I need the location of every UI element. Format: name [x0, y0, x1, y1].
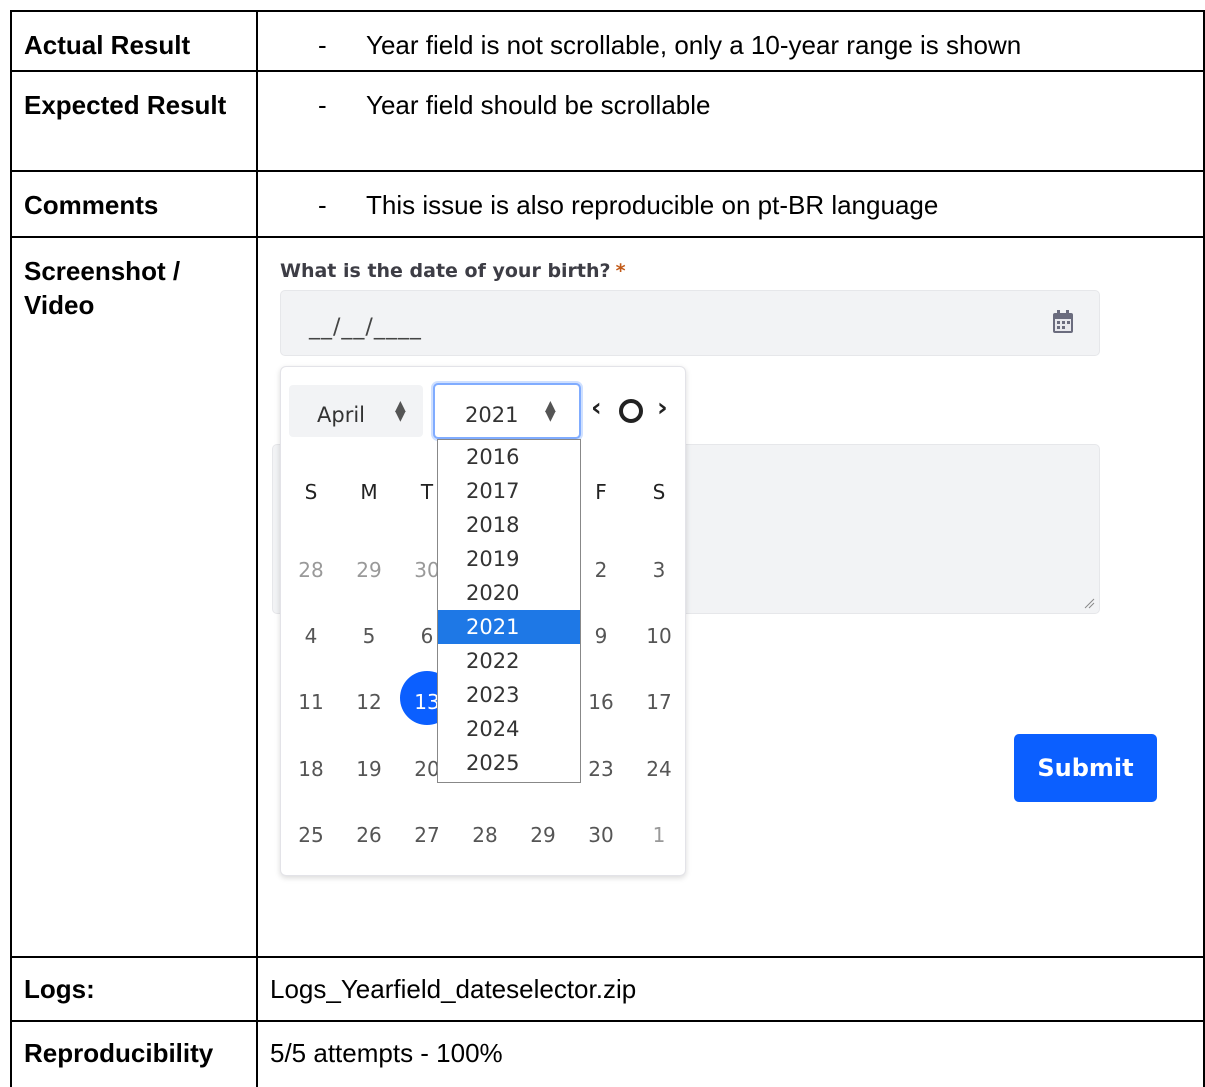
- year-option[interactable]: 2025: [438, 746, 580, 780]
- actual-result-text: Year field is not scrollable, only a 10-…: [366, 30, 1022, 60]
- calendar-day[interactable]: 1: [639, 818, 679, 852]
- weekday-label: S: [304, 480, 318, 504]
- calendar-day[interactable]: 28: [465, 818, 505, 852]
- weekday-label: S: [652, 480, 666, 504]
- row-actual-result: Actual Result - Year field is not scrolla…: [10, 10, 1205, 72]
- row-comments: Comments - This issue is also reproducibl…: [10, 170, 1205, 238]
- weekday-label: F: [595, 480, 607, 504]
- reproducibility-label: Reproducibility: [10, 1020, 258, 1087]
- calendar-day[interactable]: 11: [291, 685, 331, 719]
- date-mask: __/__/____: [309, 315, 422, 340]
- year-option[interactable]: 2019: [438, 542, 580, 576]
- calendar-day[interactable]: 9: [581, 619, 621, 653]
- calendar-day[interactable]: 19: [349, 752, 389, 786]
- year-option[interactable]: 2020: [438, 576, 580, 610]
- question-text: What is the date of your birth?: [280, 260, 611, 282]
- logs-value: Logs_Yearfield_dateselector.zip: [256, 956, 1205, 1022]
- calendar-day[interactable]: 10: [639, 619, 679, 653]
- required-mark: *: [615, 260, 626, 282]
- year-option[interactable]: 2021: [438, 610, 580, 644]
- year-option[interactable]: 2023: [438, 678, 580, 712]
- calendar-day[interactable]: 18: [291, 752, 331, 786]
- calendar-day[interactable]: 3: [639, 553, 679, 587]
- calendar-icon[interactable]: [1051, 309, 1075, 335]
- row-expected-result: Expected Result - Year field should be sc…: [10, 70, 1205, 172]
- expected-result-text: Year field should be scrollable: [366, 90, 711, 120]
- expected-result-label: Expected Result: [10, 70, 258, 172]
- calendar-day[interactable]: 17: [639, 685, 679, 719]
- calendar-day[interactable]: 29: [523, 818, 563, 852]
- submit-button[interactable]: Submit: [1014, 734, 1157, 802]
- month-select[interactable]: April ▲ ▼: [289, 385, 423, 437]
- screenshot-cell: What is the date of your birth? * __/__/_…: [256, 236, 1205, 958]
- calendar-day[interactable]: 29: [349, 553, 389, 587]
- screenshot-label: Screenshot / Video: [10, 236, 258, 958]
- year-option[interactable]: 2018: [438, 508, 580, 542]
- actual-result-label: Actual Result: [10, 10, 258, 72]
- actual-result-value: - Year field is not scrollable, only a 10…: [256, 10, 1205, 72]
- calendar-day[interactable]: 2: [581, 553, 621, 587]
- date-picker-popup: April ▲▼ 2021 ▲▼ ‹ › SMTWTFS 28293031123…: [280, 366, 686, 876]
- month-value: April: [317, 403, 365, 427]
- calendar-day[interactable]: 4: [291, 619, 331, 653]
- comments-text: This issue is also reproducible on pt-BR…: [366, 190, 939, 220]
- calendar-day[interactable]: 24: [639, 752, 679, 786]
- calendar-day[interactable]: 27: [407, 818, 447, 852]
- bullet-dash: -: [318, 30, 327, 60]
- calendar-day[interactable]: 26: [349, 818, 389, 852]
- comments-value: - This issue is also reproducible on pt-B…: [256, 170, 1205, 238]
- bullet-dash: -: [318, 90, 327, 120]
- year-option[interactable]: 2024: [438, 712, 580, 746]
- year-value: 2021: [465, 403, 519, 427]
- next-month-icon[interactable]: ›: [657, 391, 668, 425]
- previous-month-icon[interactable]: ‹: [591, 391, 602, 425]
- weekday-label: M: [360, 480, 378, 504]
- calendar-day[interactable]: 5: [349, 619, 389, 653]
- year-option[interactable]: 2017: [438, 474, 580, 508]
- row-screenshot: Screenshot / Video What is the date of y…: [10, 236, 1205, 958]
- calendar-day[interactable]: 25: [291, 818, 331, 852]
- select-arrows-icon: ▲ ▼: [395, 398, 406, 424]
- today-icon[interactable]: [619, 399, 643, 423]
- date-input[interactable]: __/__/____: [280, 290, 1100, 356]
- comments-label: Comments: [10, 170, 258, 238]
- logs-label: Logs:: [10, 956, 258, 1022]
- calendar-day[interactable]: 28: [291, 553, 331, 587]
- resize-grip-icon[interactable]: [1083, 597, 1095, 609]
- row-reproducibility: Reproducibility 5/5 attempts - 100%: [10, 1020, 1205, 1087]
- select-arrows-icon: ▲ ▼: [545, 398, 556, 424]
- reproducibility-value: 5/5 attempts - 100%: [256, 1020, 1205, 1087]
- year-dropdown-list[interactable]: 2016 2017 2018 2019 2020 2021 2022 2023 2024 2025: [437, 439, 581, 783]
- calendar-day[interactable]: 12: [349, 685, 389, 719]
- year-option[interactable]: 2022: [438, 644, 580, 678]
- calendar-day[interactable]: 30: [581, 818, 621, 852]
- birth-date-question: What is the date of your birth? *: [280, 254, 626, 288]
- row-logs: Logs: Logs_Yearfield_dateselector.zip: [10, 956, 1205, 1022]
- bug-report-table: Actual Result - Year field is not scrolla…: [10, 10, 1205, 1087]
- bullet-dash: -: [318, 190, 327, 220]
- year-option[interactable]: 2016: [438, 440, 580, 474]
- calendar-day[interactable]: 16: [581, 685, 621, 719]
- calendar-day[interactable]: 23: [581, 752, 621, 786]
- expected-result-value: - Year field should be scrollable: [256, 70, 1205, 172]
- year-select[interactable]: 2021 ▲ ▼: [433, 383, 581, 439]
- embedded-screenshot: What is the date of your birth? * __/__/_…: [258, 238, 1205, 956]
